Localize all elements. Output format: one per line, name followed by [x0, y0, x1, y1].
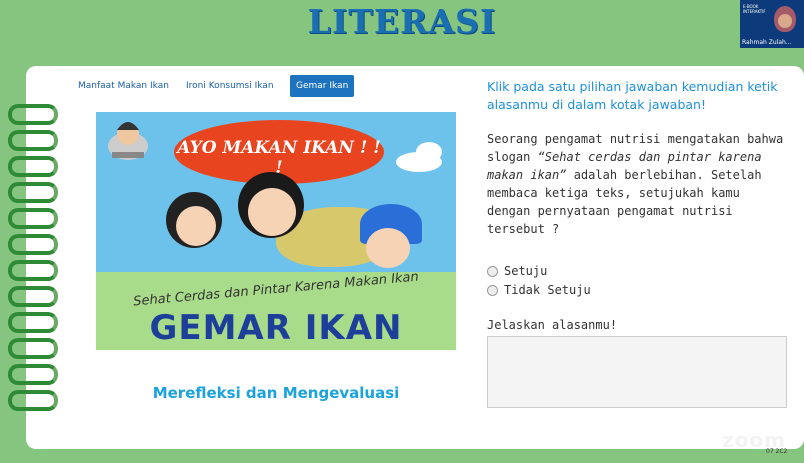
- spiral-ring-icon: [8, 286, 58, 307]
- spiral-ring-icon: [8, 208, 58, 229]
- participant-logo: E-BOOK INTERAKTIF: [743, 4, 766, 14]
- instruction-text: Klik pada satu pilihan jawaban kemudian …: [487, 79, 778, 112]
- radio-icon[interactable]: [487, 285, 498, 296]
- spiral-ring-icon: [8, 390, 58, 411]
- spiral-ring-icon: [8, 104, 58, 125]
- page-title: LITERASI: [307, 2, 497, 41]
- tab-ironi-konsumsi-ikan[interactable]: Ironi Konsumsi Ikan: [180, 75, 280, 97]
- tab-gemar-ikan[interactable]: Gemar Ikan: [290, 75, 355, 97]
- participant-name: Rahmah Zulah...: [742, 39, 792, 46]
- spiral-ring-icon: [8, 312, 58, 333]
- corner-text: 07 2C2: [766, 448, 788, 455]
- spiral-ring-icon: [8, 364, 58, 385]
- spiral-ring-icon: [8, 338, 58, 359]
- option-setuju[interactable]: Setuju: [487, 264, 547, 278]
- tab-manfaat-makan-ikan[interactable]: Manfaat Makan Ikan: [72, 75, 175, 97]
- spiral-ring-icon: [8, 182, 58, 203]
- option-label: Setuju: [504, 264, 548, 278]
- spiral-ring-icon: [8, 260, 58, 281]
- section-label: Merefleksi dan Mengevaluasi: [152, 384, 400, 402]
- kid-girl-face: [176, 206, 216, 246]
- poster-headline: GEMAR IKAN: [149, 308, 403, 348]
- spiral-ring-icon: [8, 234, 58, 255]
- option-label: Tidak Setuju: [504, 283, 591, 297]
- kid-boy-face: [366, 228, 410, 268]
- participant-video-tile[interactable]: E-BOOK INTERAKTIF Rahmah Zulah...: [740, 0, 804, 48]
- radio-icon[interactable]: [487, 266, 498, 277]
- spiral-ring-icon: [8, 156, 58, 177]
- chef-mascot-icon: [108, 122, 148, 160]
- participant-face: [778, 14, 792, 28]
- option-tidak-setuju[interactable]: Tidak Setuju: [487, 283, 591, 297]
- gemar-ikan-poster: AYO MAKAN IKAN ! ! ! Sehat Cerdas dan Pi…: [96, 112, 456, 350]
- spiral-ring-icon: [8, 130, 58, 151]
- question-text: Seorang pengamat nutrisi mengatakan bahw…: [487, 130, 787, 238]
- cloud: [416, 142, 442, 162]
- kid-center-face: [248, 188, 296, 236]
- explain-label: Jelaskan alasanmu!: [487, 318, 618, 332]
- answer-textarea[interactable]: [487, 336, 787, 408]
